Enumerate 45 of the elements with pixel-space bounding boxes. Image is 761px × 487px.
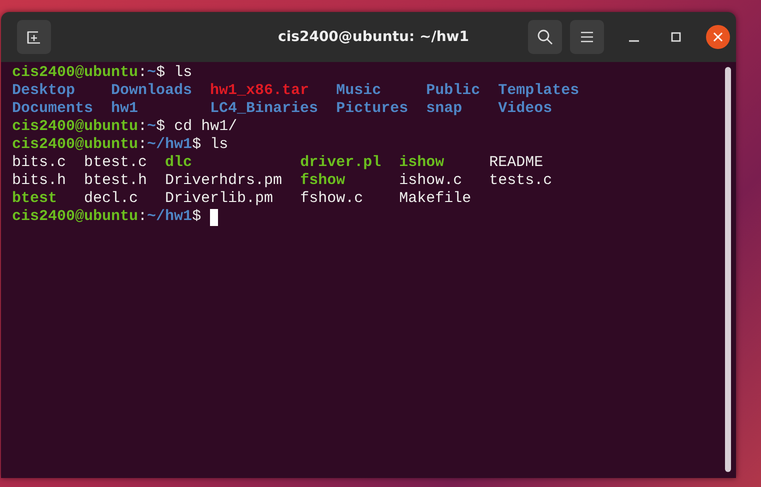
- prompt-line: cis2400@ubuntu:~$ ls: [12, 64, 192, 82]
- directory-name: snap: [426, 100, 464, 118]
- directory-name: LC4_Binaries: [210, 100, 318, 118]
- search-button[interactable]: [528, 20, 562, 54]
- directory-name: Desktop: [12, 82, 76, 100]
- directory-name: Pictures: [336, 100, 408, 118]
- executable-name: dlc: [165, 154, 194, 172]
- executable-name: ishow: [399, 154, 446, 172]
- close-button[interactable]: [706, 25, 730, 49]
- file-name: btest.h: [84, 172, 148, 190]
- window-title: cis2400@ubuntu: ~/hw1: [278, 29, 469, 45]
- executable-name: fshow: [300, 172, 346, 190]
- file-name: bits.c: [12, 154, 66, 172]
- executable-name: btest: [12, 190, 58, 208]
- file-name: btest.c: [84, 154, 148, 172]
- file-name: bits.h: [12, 172, 66, 190]
- directory-name: Videos: [498, 100, 554, 118]
- menu-icon: [580, 31, 594, 43]
- new-tab-button[interactable]: [17, 20, 51, 54]
- close-icon: [713, 32, 723, 42]
- file-name: tests.c: [489, 172, 552, 190]
- executable-name: driver.pl: [300, 154, 382, 172]
- scrollbar[interactable]: [725, 67, 731, 472]
- file-name: fshow.c: [300, 190, 364, 208]
- minimize-icon: [629, 40, 639, 42]
- prompt-line: cis2400@ubuntu:~/hw1$ ls: [12, 136, 228, 154]
- file-name: ishow.c: [399, 172, 464, 190]
- directory-name: Templates: [498, 82, 580, 100]
- new-tab-icon: [26, 29, 42, 45]
- prompt-line: cis2400@ubuntu:~$ cd hw1/: [12, 118, 238, 136]
- archive-file-name: hw1_x86.tar: [210, 82, 310, 100]
- prompt-line: cis2400@ubuntu:~/hw1$: [12, 208, 202, 226]
- file-name: decl.c: [84, 190, 140, 208]
- file-name: Driverlib.pm: [165, 190, 274, 208]
- file-name: Driverhdrs.pm: [165, 172, 282, 190]
- directory-name: Documents: [12, 100, 94, 118]
- directory-name: Public: [426, 82, 480, 100]
- maximize-icon: [671, 32, 681, 42]
- file-name: Makefile: [399, 190, 472, 208]
- menu-button[interactable]: [570, 20, 604, 54]
- file-name: README: [489, 154, 544, 172]
- directory-name: hw1: [111, 100, 140, 118]
- directory-name: Downloads: [111, 82, 192, 100]
- search-icon: [537, 29, 553, 45]
- directory-name: Music: [336, 82, 382, 100]
